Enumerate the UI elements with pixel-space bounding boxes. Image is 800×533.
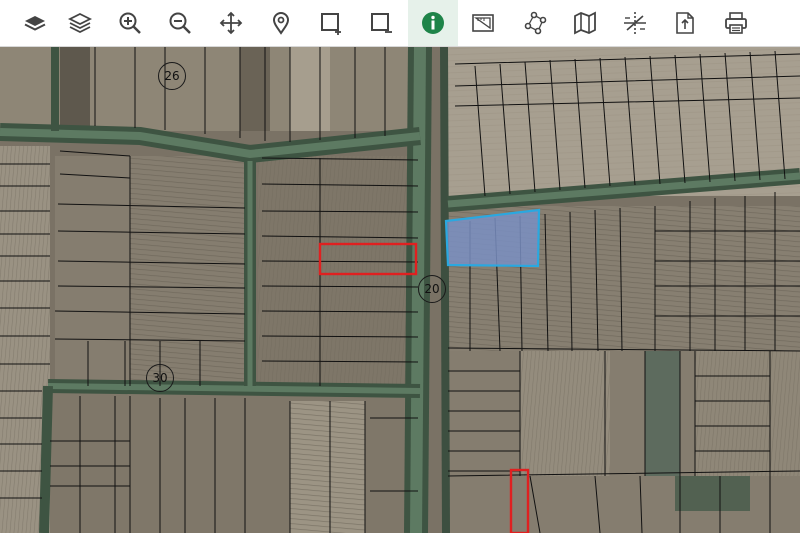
cadastral-map [0, 46, 800, 533]
zoom-out-icon [169, 12, 191, 34]
print-button[interactable] [711, 0, 761, 46]
print-icon [725, 12, 747, 34]
map-viewport[interactable]: 26 20 30 [0, 46, 800, 533]
pan-move-icon [219, 11, 243, 35]
map-toolbar [0, 0, 800, 47]
pan-button[interactable] [206, 0, 256, 46]
info-button[interactable] [408, 0, 458, 46]
map-icon [574, 11, 596, 35]
add-selection-button[interactable] [306, 0, 356, 46]
road-number-label: 30 [146, 364, 174, 392]
export-document-icon [676, 12, 694, 34]
layers-button[interactable] [55, 0, 105, 46]
layer-button[interactable] [10, 0, 60, 46]
export-button[interactable] [660, 0, 710, 46]
base-map-button[interactable] [560, 0, 610, 46]
split-parcel-icon [624, 12, 646, 34]
measure-area-icon [472, 14, 494, 32]
location-pin-icon [272, 12, 290, 35]
layers-stack-icon [67, 12, 93, 34]
info-icon [422, 12, 444, 34]
road-number-label: 26 [158, 62, 186, 90]
zoom-out-button[interactable] [155, 0, 205, 46]
add-rectangle-icon [321, 13, 341, 35]
location-button[interactable] [256, 0, 306, 46]
polygon-nodes-icon [524, 11, 547, 35]
polygon-tool-button[interactable] [510, 0, 560, 46]
layer-icon [24, 16, 46, 31]
road-number-label: 20 [418, 275, 446, 303]
remove-rectangle-icon [371, 13, 392, 33]
split-parcel-button[interactable] [610, 0, 660, 46]
measure-area-button[interactable] [458, 0, 508, 46]
zoom-in-icon [119, 12, 141, 34]
remove-selection-button[interactable] [356, 0, 406, 46]
zoom-in-button[interactable] [105, 0, 155, 46]
selected-parcel[interactable] [444, 208, 541, 268]
